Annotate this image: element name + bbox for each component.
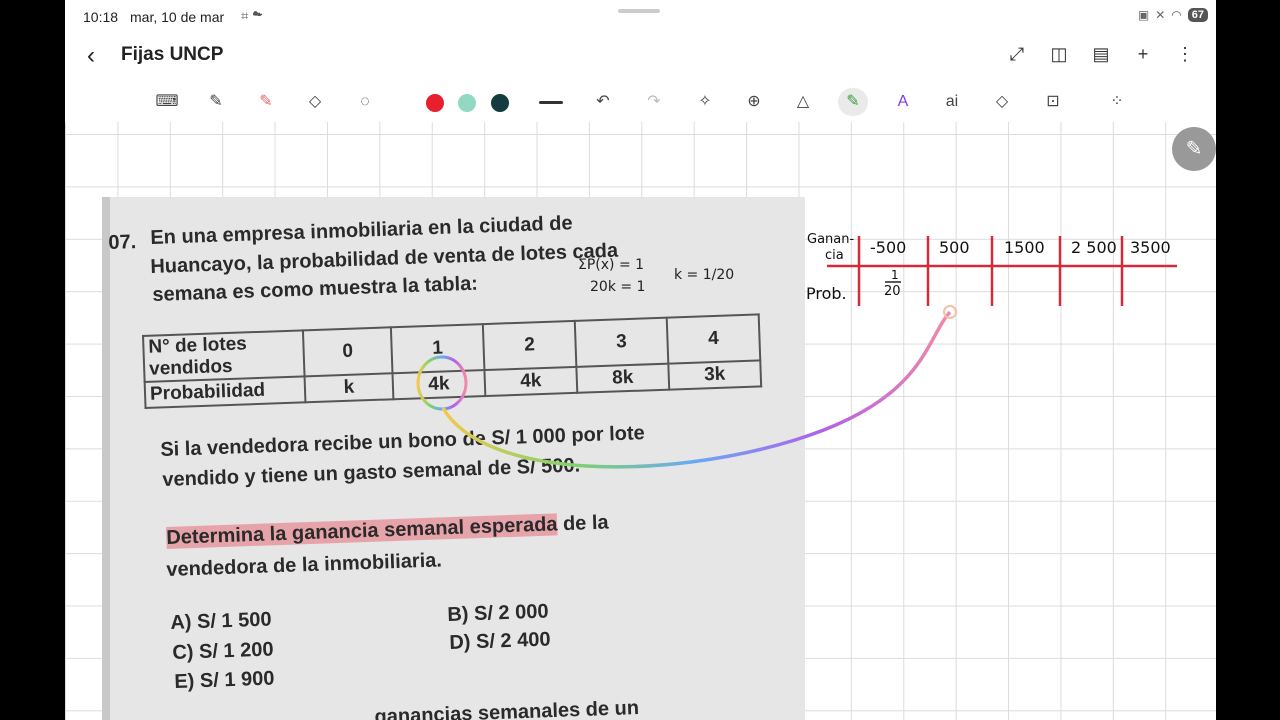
mute-icon: ✕ [1155,8,1166,22]
table-cell: 4 [666,314,761,364]
table-cell: 4k [392,370,486,400]
prob-numerator: 1 [891,268,899,282]
battery-icon: 67 [1187,8,1208,22]
clock: 10:18 [83,9,119,25]
highlighter-icon[interactable]: ✎ [251,88,281,116]
option-a: A) S/ 1 500 [170,608,272,634]
prob-denominator: 20 [884,284,901,299]
gain-value: 3500 [1130,238,1171,257]
handwritten-label: Ganan- [807,232,855,247]
more-tools-icon[interactable]: ⁘ [1102,88,1132,116]
more-options-icon[interactable]: ⋮ [1174,44,1196,65]
edit-fab-icon[interactable]: ✎ [1172,127,1216,171]
option-e: E) S/ 1 900 [174,667,275,693]
keyboard-icon[interactable]: ⌨ [152,88,182,116]
table-cell: 2 [482,320,577,371]
pen-settings-icon[interactable]: ⊕ [739,88,769,116]
cast-icon: ▣ [1137,8,1150,22]
lasso-icon[interactable]: ◌ [350,88,380,116]
shape-pen-icon[interactable]: △ [788,88,818,116]
rainbow-pen-icon[interactable]: ✎ [838,88,868,116]
problem-number: 07. [108,231,137,254]
table-cell: 3 [574,317,669,367]
date: mar, 10 de mar [130,9,225,25]
table-cell: k [304,373,394,403]
wifi-icon: ◠ [1171,8,1182,22]
add-icon[interactable]: + [1132,44,1154,65]
question: vendedora de la inmobiliaria. [166,549,443,581]
lock-icon[interactable]: ⊡ [1038,88,1068,116]
probability-table: N° de lotes vendidos 0 1 2 3 4 Probabilid… [142,313,762,409]
table-cell: 8k [576,363,670,393]
handwritten-label: Prob. [806,284,847,303]
question: Determina la ganancia semanal esperada d… [166,511,609,549]
table-cell: 0 [302,327,393,377]
handwritten-equation: 20k = 1 [590,279,646,295]
handwritten-label: cia [825,248,844,263]
table-header: Probabilidad [144,376,306,408]
status-bar: 10:18 mar, 10 de mar ⌗☁ ▣ ✕ ◠ 67 [65,0,1216,34]
option-c: C) S/ 1 200 [172,638,274,664]
shapes-icon[interactable]: ◇ [987,88,1017,116]
drawing-toolbar: ⌨ ✎ ✎ ◇ ◌ ↶ ↷ ✧ ⊕ △ ✎ A ai ◇ ⊡ ⁘ [65,84,1216,120]
problem-text: vendido y tiene un gasto semanal de S/ 5… [162,454,581,491]
title-bar: ‹ Fijas UNCP ⤢ ◫ ▤ + ⋮ [65,34,1216,78]
eraser-icon[interactable]: ◇ [300,88,330,116]
document-settings-icon[interactable]: ▤ [1090,44,1112,65]
option-d: D) S/ 2 400 [449,628,551,654]
notes-app: 10:18 mar, 10 de mar ⌗☁ ▣ ✕ ◠ 67 ‹ Fijas… [65,0,1216,720]
page-title: Fijas UNCP [121,44,224,65]
question-highlight: Determina la ganancia semanal esperada [166,513,558,549]
gain-value: 2 500 [1071,238,1117,257]
notification-icons: ⌗☁ [241,8,267,23]
sparkle-pen-icon[interactable]: ✧ [690,88,720,116]
system-icons: ▣ ✕ ◠ 67 [1138,8,1208,22]
redo-icon[interactable]: ↷ [639,88,669,116]
table-cell: 4k [484,366,578,397]
problem-line: semana es como muestra la tabla: [152,272,479,306]
table-cell: 3k [668,360,762,390]
gain-value: 500 [939,238,970,257]
option-b: B) S/ 2 000 [447,600,549,626]
color-mint[interactable] [458,94,476,112]
stroke-width-button[interactable] [539,101,563,104]
gain-value: -500 [870,238,907,257]
fullscreen-icon[interactable]: ⤢ [1006,44,1028,65]
text-style-icon[interactable]: A [888,88,918,116]
text-tool-icon[interactable]: ai [937,88,967,116]
multitask-handle[interactable] [618,9,660,13]
gain-value: 1500 [1004,238,1045,257]
table-cell: 1 [390,324,485,374]
color-dark-teal[interactable] [491,94,509,112]
back-icon[interactable]: ‹ [87,42,95,70]
problem-photo: 07. En una empresa inmobiliaria en la ci… [102,197,805,720]
split-view-icon[interactable]: ◫ [1048,44,1070,65]
handwritten-equation: ΣP(x) = 1 [578,257,645,273]
table-header: N° de lotes vendidos [143,330,305,382]
handwritten-equation: k = 1/20 [674,267,735,283]
problem-cut-line: ... ganancias semanales de un [352,696,640,720]
color-red[interactable] [426,94,444,112]
pen-icon[interactable]: ✎ [201,88,231,116]
title-actions: ⤢ ◫ ▤ + ⋮ [1006,44,1196,65]
undo-icon[interactable]: ↶ [588,88,618,116]
